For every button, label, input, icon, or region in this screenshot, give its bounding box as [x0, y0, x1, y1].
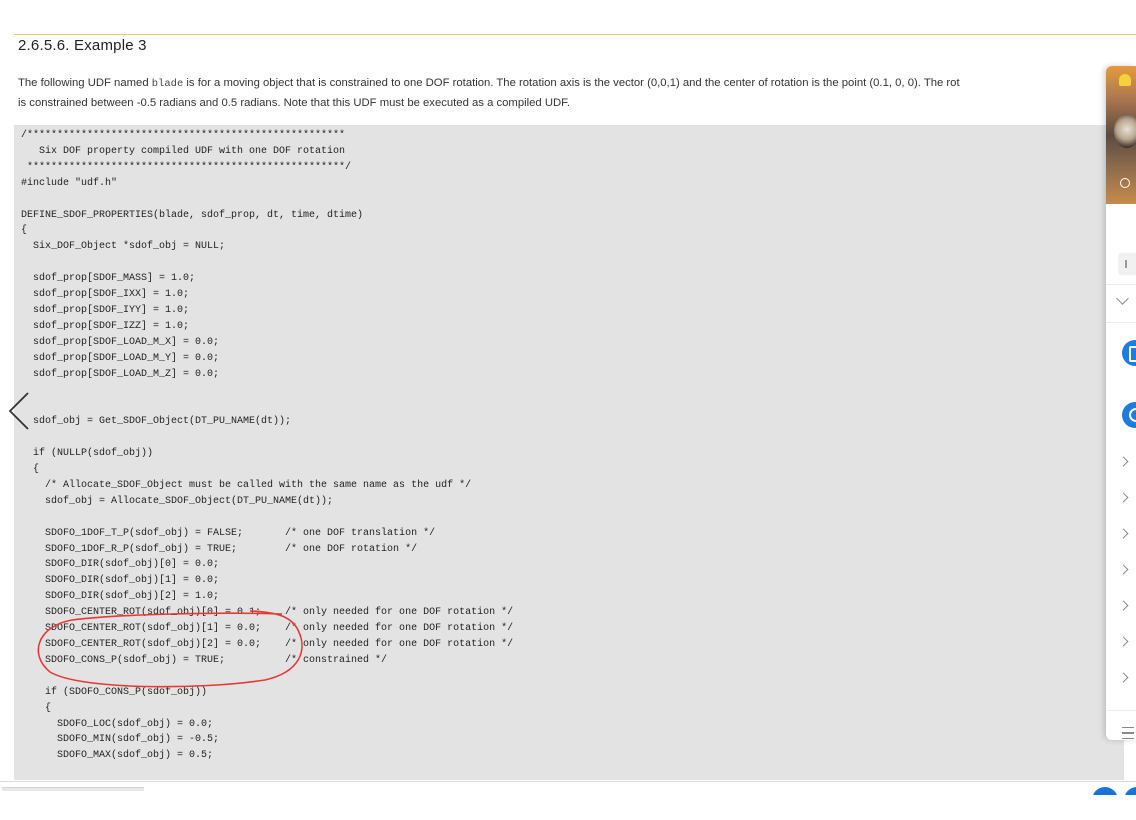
- search-icon[interactable]: [1120, 178, 1130, 188]
- chevron-down-icon[interactable]: [1116, 292, 1129, 305]
- chevron-right-icon[interactable]: [1118, 492, 1129, 503]
- chevron-right-icon[interactable]: [1118, 672, 1129, 683]
- floating-action-buttons[interactable]: [1092, 787, 1136, 795]
- horizontal-scrollbar[interactable]: [2, 787, 144, 791]
- intro-text: The following UDF named: [18, 77, 152, 89]
- code-block: /***************************************…: [14, 125, 1124, 780]
- section-divider: [14, 34, 1136, 35]
- divider: [1106, 284, 1136, 285]
- compass-app-icon[interactable]: [1122, 402, 1136, 428]
- profile-banner: [1106, 66, 1136, 204]
- side-chip[interactable]: [1118, 253, 1136, 275]
- bell-icon[interactable]: [1119, 74, 1131, 86]
- bottom-divider: [0, 781, 1136, 782]
- document-app-icon[interactable]: [1122, 340, 1136, 366]
- code-listing: /***************************************…: [21, 130, 514, 762]
- side-panel: [1106, 66, 1136, 740]
- avatar[interactable]: [1114, 114, 1136, 148]
- divider: [1106, 322, 1136, 323]
- chevron-right-icon[interactable]: [1118, 528, 1129, 539]
- divider: [1106, 710, 1136, 711]
- section-title: 2.6.5.6. Example 3: [18, 37, 147, 54]
- intro-text: is for a moving object that is constrain…: [183, 77, 960, 89]
- intro-line-2: is constrained between -0.5 radians and …: [18, 97, 570, 109]
- chevron-right-icon[interactable]: [1118, 600, 1129, 611]
- hamburger-icon[interactable]: [1122, 727, 1136, 740]
- chevron-right-icon[interactable]: [1118, 636, 1129, 647]
- bottom-bar: [0, 780, 1136, 820]
- udf-name-code: blade: [151, 78, 184, 90]
- intro-line-1: The following UDF named blade is for a m…: [18, 74, 1118, 94]
- prev-page-chevron-left-icon[interactable]: [4, 390, 34, 432]
- chevron-right-icon[interactable]: [1118, 456, 1129, 467]
- intro-paragraph: The following UDF named blade is for a m…: [18, 74, 1118, 113]
- chevron-right-icon[interactable]: [1118, 564, 1129, 575]
